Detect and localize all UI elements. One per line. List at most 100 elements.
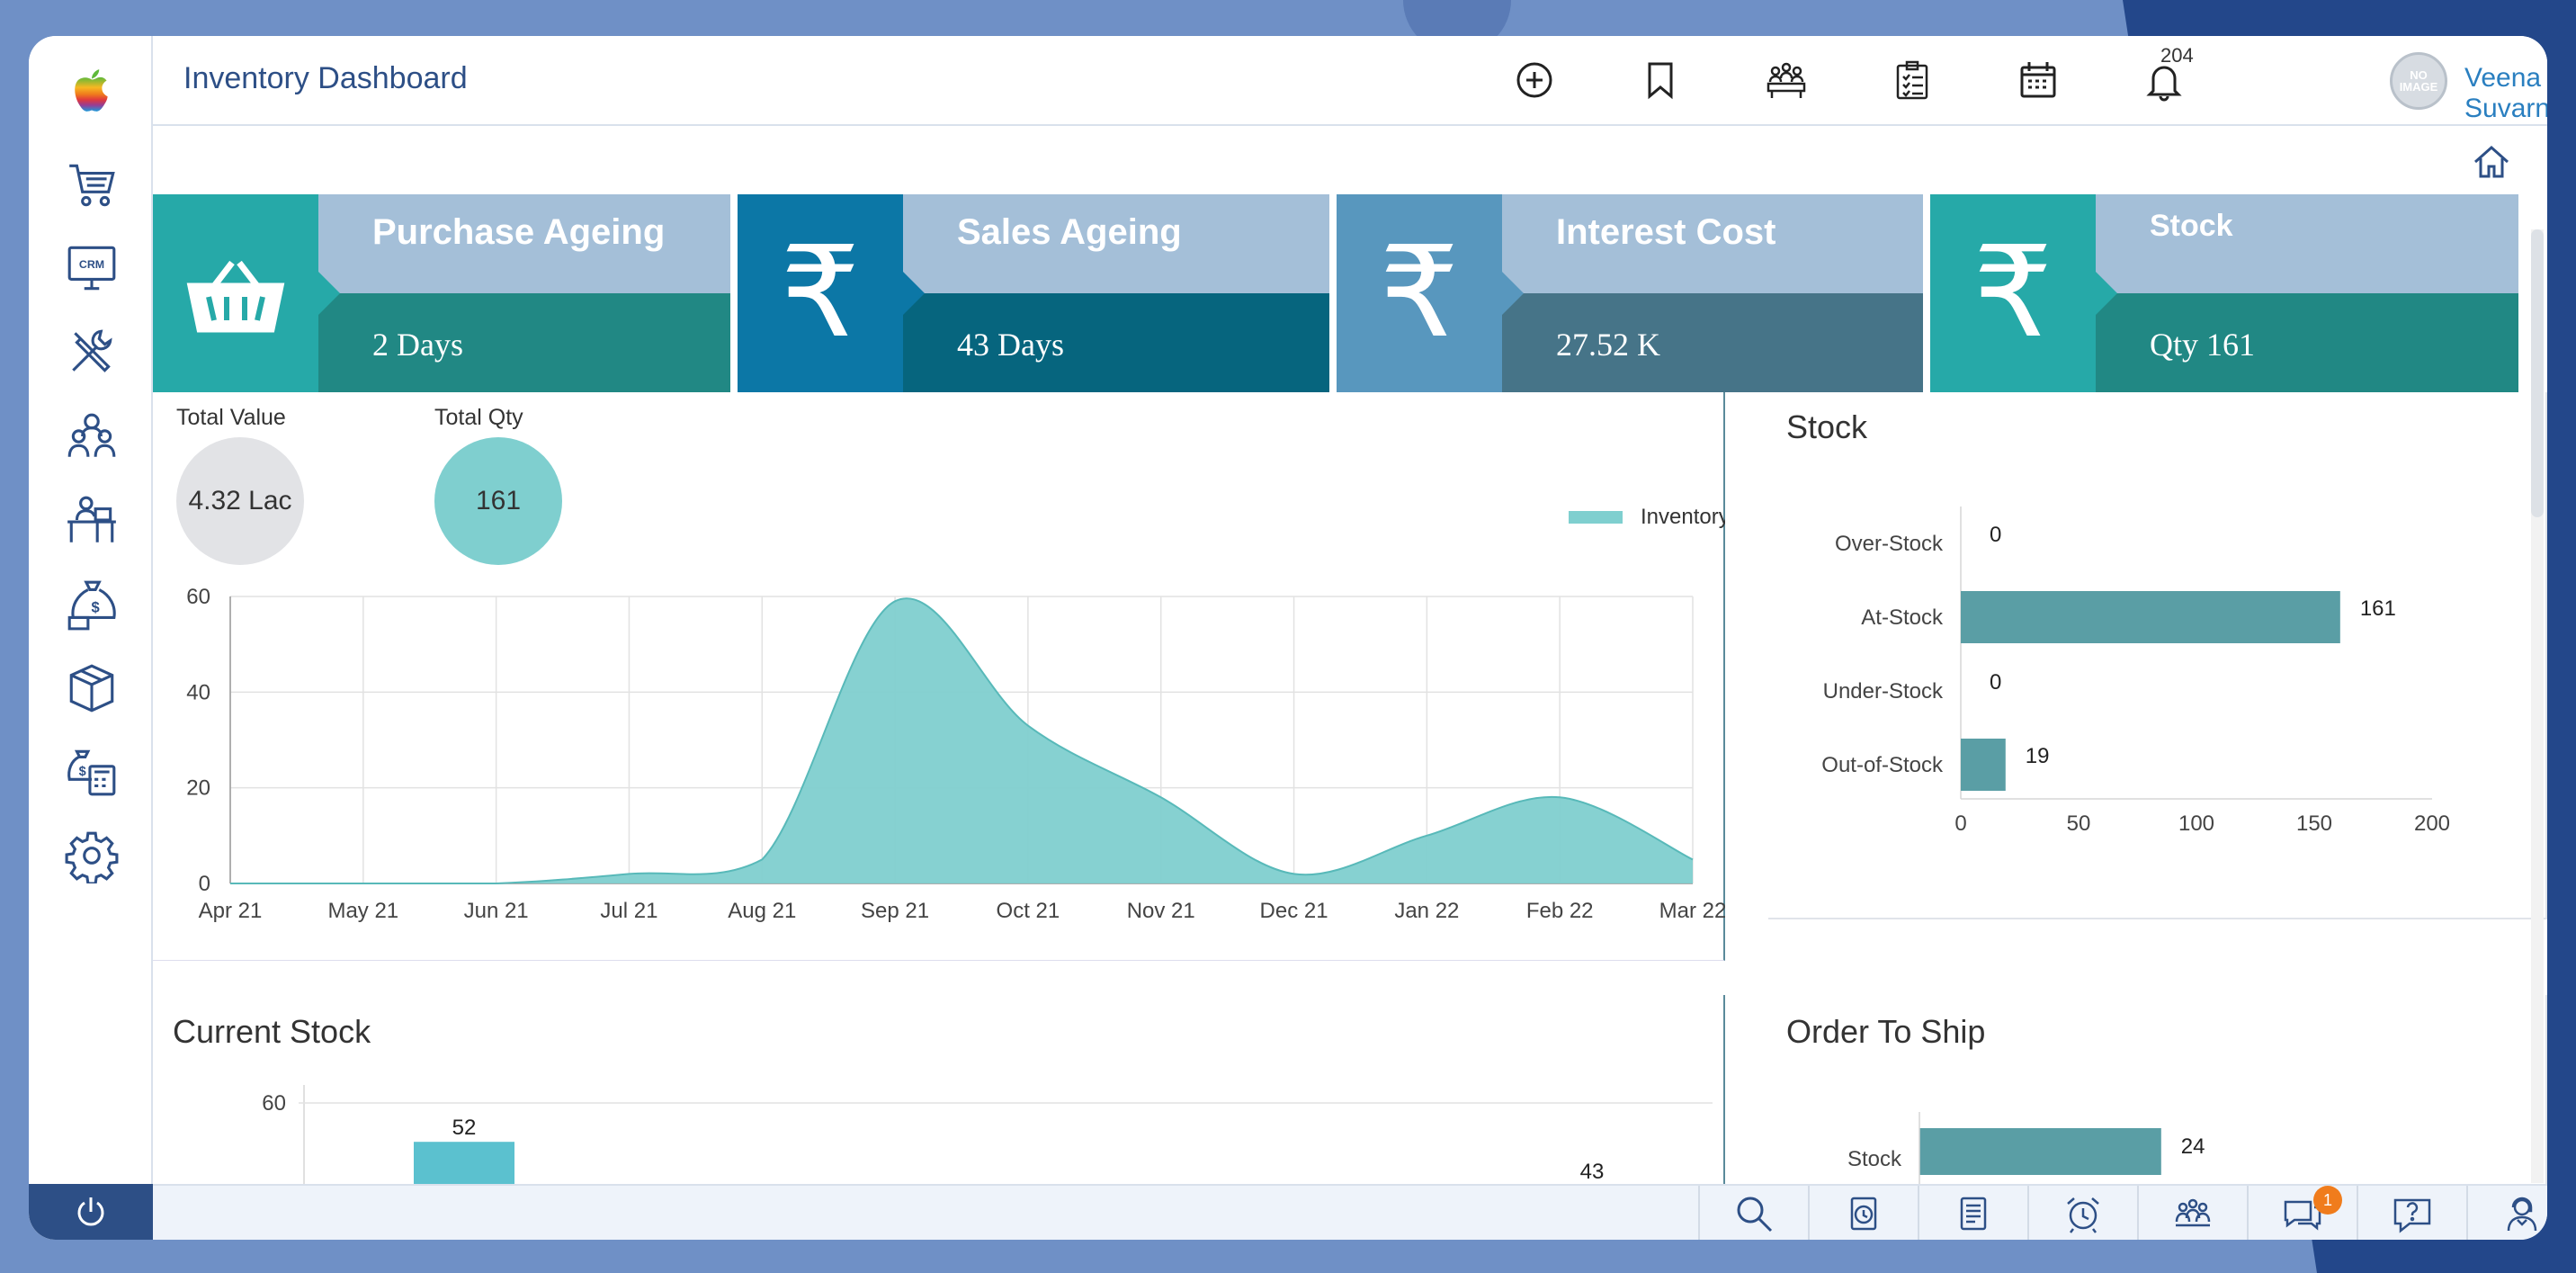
scrollbar-thumb[interactable]	[2531, 229, 2544, 517]
stock-panel: Stock Over-Stock 0 At-Stock 161 Under-Stock 0…	[1768, 392, 2547, 919]
stock-bar	[1961, 739, 2006, 791]
order-to-ship-panel: Order To Ship Stock 24	[1768, 995, 2547, 1184]
kpi-title-bar: Interest Cost	[1502, 194, 1923, 293]
y-tick-label: 40	[186, 680, 210, 704]
support-agent-button[interactable]	[2466, 1186, 2547, 1240]
user-name[interactable]: Veena Suvarna	[2464, 63, 2547, 124]
y-tick-label: 20	[186, 776, 210, 801]
money-bag-icon[interactable]: $	[60, 573, 123, 636]
package-box-icon[interactable]	[60, 657, 123, 720]
current-stock-chart: 40605243	[262, 1085, 1713, 1184]
power-button[interactable]	[29, 1184, 153, 1240]
kpi-arrow	[1502, 272, 1524, 315]
finance-calculator-icon[interactable]: $	[60, 740, 123, 803]
home-icon[interactable]	[2472, 142, 2511, 182]
calendar-icon[interactable]	[2014, 56, 2062, 104]
settings-gear-icon[interactable]	[60, 824, 123, 887]
kpi-card-sales-ageing[interactable]: ₹ Sales Ageing 43 Days	[738, 194, 1329, 392]
checklist-icon[interactable]	[1888, 56, 1936, 104]
kpi-arrow	[903, 272, 925, 315]
current-stock-bar	[414, 1142, 514, 1184]
dashboard-content: Purchase Ageing 2 Days ₹ Sales Ageing 43…	[153, 194, 2547, 1184]
y-tick-label: 60	[186, 585, 210, 609]
x-tick-label: 150	[2296, 811, 2332, 836]
kpi-value-bar: 2 Days	[318, 293, 730, 392]
document-clock-button[interactable]	[1808, 1186, 1918, 1240]
kpi-value: 43 Days	[957, 327, 1064, 363]
bar-value-label: 43	[1580, 1160, 1605, 1184]
x-tick-label: Apr 21	[199, 899, 263, 923]
legend-swatch	[1569, 511, 1623, 524]
document-clock-icon	[1850, 1197, 1877, 1231]
stock-bar	[1961, 591, 2340, 643]
top-bar: Inventory Dashboard 204 NO IMAGE Veena S…	[153, 36, 2547, 126]
app-window: CRM $ $ Inventory Dashboard 204 NO IMAGE…	[29, 36, 2547, 1240]
users-icon[interactable]	[60, 405, 123, 468]
cart-icon[interactable]	[60, 153, 123, 216]
kpi-title: Sales Ageing	[957, 212, 1182, 252]
current-stock-panel: Current Stock 40605243	[153, 995, 1725, 1184]
tools-icon[interactable]	[60, 320, 123, 383]
y-tick-label: 0	[199, 872, 210, 896]
svg-text:$: $	[79, 765, 86, 779]
kpi-title: Purchase Ageing	[372, 212, 666, 252]
rupee-icon: ₹	[1337, 194, 1502, 392]
report-document-icon	[1960, 1197, 1987, 1231]
meeting-icon[interactable]	[1762, 56, 1811, 104]
power-icon	[77, 1197, 104, 1226]
notification-count: 204	[2160, 44, 2194, 67]
kpi-card-interest-cost[interactable]: ₹ Interest Cost 27.52 K	[1337, 194, 1923, 392]
search-button[interactable]	[1698, 1186, 1808, 1240]
kpi-title: Interest Cost	[1556, 212, 1776, 252]
x-tick-label: Feb 22	[1526, 899, 1594, 923]
category-label: Over-Stock	[1835, 532, 1944, 556]
y-tick-label: 60	[262, 1091, 286, 1116]
sub-bar	[153, 128, 2547, 194]
sidebar: CRM $ $	[29, 36, 153, 1240]
bookmark-icon[interactable]	[1636, 56, 1685, 104]
alarm-clock-icon	[2067, 1197, 2099, 1233]
avatar[interactable]: NO IMAGE	[2390, 52, 2447, 110]
x-tick-label: 100	[2178, 811, 2214, 836]
kpi-card-stock[interactable]: ₹ Stock Qty 161	[1930, 194, 2518, 392]
basket-icon	[153, 194, 318, 392]
x-tick-label: Jun 21	[464, 899, 529, 923]
x-tick-label: 200	[2414, 811, 2450, 836]
x-tick-label: Oct 21	[997, 899, 1060, 923]
x-tick-label: Dec 21	[1260, 899, 1328, 923]
alarm-button[interactable]	[2027, 1186, 2137, 1240]
kpi-title-bar: Stock	[2096, 194, 2518, 293]
bar-value-label: 52	[452, 1116, 477, 1140]
kpi-card-purchase-ageing[interactable]: Purchase Ageing 2 Days	[153, 194, 730, 392]
inventory-area-chart: 0 20 40 60 Apr 21 May 21 Jun 21 Jul 21 Aug 21 Sep…	[186, 505, 1725, 923]
report-button[interactable]	[1918, 1186, 2027, 1240]
category-label: Under-Stock	[1823, 679, 1944, 704]
x-tick-label: Mar 22	[1659, 899, 1725, 923]
apple-logo-icon[interactable]	[60, 61, 123, 124]
add-icon[interactable]	[1510, 56, 1559, 104]
crm-icon[interactable]: CRM	[60, 237, 123, 300]
bar-value-label: 0	[1990, 523, 2001, 547]
x-tick-label: 0	[1954, 811, 1966, 836]
kpi-value-bar: 27.52 K	[1502, 293, 1923, 392]
help-button[interactable]	[2357, 1186, 2466, 1240]
kpi-title: Stock	[2150, 209, 2233, 243]
office-desk-icon[interactable]	[60, 489, 123, 551]
rupee-icon: ₹	[738, 194, 903, 392]
x-tick-label: May 21	[327, 899, 398, 923]
chat-button[interactable]: 1	[2247, 1186, 2357, 1240]
support-agent-icon	[2507, 1197, 2537, 1232]
search-icon	[1737, 1197, 1773, 1233]
legend-label-inventory: Inventory	[1641, 505, 1725, 529]
inventory-area	[230, 598, 1693, 883]
help-icon	[2393, 1198, 2431, 1233]
stock-bar-chart: Over-Stock 0 At-Stock 161 Under-Stock 0 Out-of…	[1821, 507, 2450, 836]
kpi-value: 27.52 K	[1556, 327, 1660, 363]
bar-value-label: 0	[1990, 670, 2001, 695]
team-button[interactable]	[2137, 1186, 2247, 1240]
x-tick-label: Nov 21	[1127, 899, 1195, 923]
category-label: At-Stock	[1861, 605, 1944, 630]
order-to-ship-chart: Stock 24	[1847, 1112, 2205, 1184]
team-icon	[2175, 1198, 2211, 1227]
kpi-value: Qty 161	[2150, 327, 2255, 363]
